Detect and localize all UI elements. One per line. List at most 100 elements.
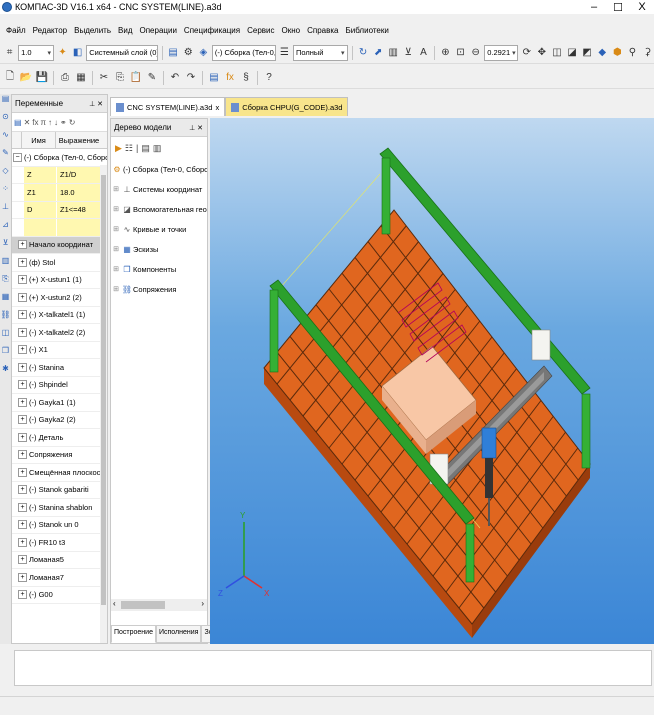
- measure-icon[interactable]: ⊿: [0, 220, 11, 238]
- scroll-right-icon[interactable]: ›: [201, 599, 204, 608]
- shaded-icon[interactable]: ◆: [596, 45, 609, 61]
- variable-name[interactable]: Z1: [24, 184, 56, 201]
- menu-select[interactable]: Выделить: [74, 26, 111, 35]
- filter-icon[interactable]: ⊻: [402, 45, 415, 61]
- step-select[interactable]: 1.0 ▾: [18, 44, 55, 61]
- libraries-icon[interactable]: §: [239, 70, 253, 86]
- menu-window[interactable]: Окно: [282, 26, 301, 35]
- tree-item[interactable]: ⊞ ▦ Эскизы: [111, 239, 207, 259]
- elements-icon[interactable]: ▦: [0, 292, 11, 310]
- list-item[interactable]: + Сопряжения: [12, 447, 107, 464]
- pan-icon[interactable]: ✥: [535, 45, 548, 61]
- tab-sborka-chpu[interactable]: Сборка CHPU(G_CODE).a3d: [225, 97, 349, 116]
- expand-icon[interactable]: ⊞: [111, 265, 121, 273]
- expand-icon[interactable]: ⊞: [111, 205, 121, 213]
- components-icon[interactable]: ❒: [0, 346, 11, 364]
- column-name[interactable]: Имя: [22, 132, 56, 148]
- collapse-icon[interactable]: −: [13, 152, 22, 162]
- variables-scrollbar[interactable]: [100, 165, 107, 643]
- mate-icon[interactable]: ⛓: [0, 310, 11, 328]
- expand-icon[interactable]: +: [18, 502, 27, 512]
- variable-expression[interactable]: [57, 219, 101, 236]
- properties-panel[interactable]: [14, 650, 652, 686]
- tab-construction[interactable]: Построение: [111, 625, 156, 643]
- expand-icon[interactable]: +: [18, 257, 27, 267]
- layer-icon[interactable]: ◧: [71, 45, 84, 61]
- expand-icon[interactable]: +: [18, 345, 27, 355]
- list-item[interactable]: + (-) X-talkatel1 (1): [12, 307, 107, 324]
- expand-icon[interactable]: ⊞: [111, 245, 121, 253]
- column-expression[interactable]: Выражение: [56, 132, 102, 148]
- expand-icon[interactable]: +: [18, 415, 27, 425]
- cut-icon[interactable]: ✂: [97, 70, 111, 86]
- expand-icon[interactable]: +: [18, 485, 27, 495]
- copy-icon[interactable]: ⎘: [113, 70, 127, 86]
- pin-icon[interactable]: ⊥ ✕: [89, 100, 103, 108]
- expand-icon[interactable]: +: [18, 450, 27, 460]
- expand-icon[interactable]: ⊞: [111, 285, 121, 293]
- list-item[interactable]: + (-) Деталь: [12, 429, 107, 447]
- open-icon[interactable]: 📂: [19, 70, 33, 86]
- list-item[interactable]: + (-) Gayka1 (1): [12, 394, 107, 412]
- expand-icon[interactable]: +: [18, 432, 27, 442]
- array-tool-icon[interactable]: ⁘: [0, 184, 11, 202]
- hidden-lines-icon[interactable]: ◪: [566, 45, 579, 61]
- zoom-window-icon[interactable]: ⊡: [454, 45, 467, 61]
- paste-icon[interactable]: 📋: [129, 70, 143, 86]
- spec-icon[interactable]: ▥: [0, 256, 11, 274]
- tree-item[interactable]: ⊞ ❒ Компоненты: [111, 259, 207, 279]
- component-icon[interactable]: ◈: [197, 45, 210, 61]
- format-icon[interactable]: π: [41, 118, 47, 127]
- refresh-icon[interactable]: ↻: [69, 118, 76, 127]
- zoom-in-icon[interactable]: ⊕: [439, 45, 452, 61]
- list-item[interactable]: + Ломаная7: [12, 569, 107, 587]
- tree-filter-icon[interactable]: ▶: [115, 143, 122, 154]
- display-mode-select[interactable]: Полный ▾: [292, 44, 348, 61]
- settings-icon[interactable]: ⚙: [182, 45, 195, 61]
- tree-item[interactable]: ⊞ ∿ Кривые и точки: [111, 219, 207, 239]
- expand-icon[interactable]: +: [18, 555, 27, 565]
- minimize-button[interactable]: –: [582, 0, 606, 14]
- list-item[interactable]: + (-) Stanina shablon: [12, 499, 107, 517]
- zoom-select[interactable]: 0.2921 ▾: [484, 44, 519, 61]
- menu-help[interactable]: Справка: [307, 26, 338, 35]
- list-icon[interactable]: ☰: [278, 45, 291, 61]
- expand-icon[interactable]: ⊞: [111, 185, 121, 193]
- link-icon[interactable]: ⚭: [60, 118, 67, 127]
- scroll-left-icon[interactable]: ‹: [113, 599, 116, 608]
- wireframe-icon[interactable]: ◫: [550, 45, 563, 61]
- expand-icon[interactable]: +: [18, 397, 27, 407]
- undo-icon[interactable]: ↶: [168, 70, 182, 86]
- list-item[interactable]: + (+) X-ustun2 (2): [12, 289, 107, 307]
- variable-name[interactable]: [24, 219, 56, 236]
- preview-icon[interactable]: ▦: [74, 70, 88, 86]
- list-item[interactable]: + (ф) Stol: [12, 254, 107, 272]
- variable-row[interactable]: D Z1<=48: [12, 201, 107, 219]
- expand-icon[interactable]: +: [18, 537, 27, 547]
- tree-props-icon[interactable]: ▤: [141, 143, 150, 154]
- expand-icon[interactable]: +: [18, 467, 27, 477]
- scroll-thumb[interactable]: [121, 601, 165, 609]
- function-icon[interactable]: fx: [32, 118, 38, 127]
- tab-executions[interactable]: Исполнения: [155, 625, 202, 643]
- tree-list-icon[interactable]: ▥: [153, 143, 162, 154]
- filter-tool-icon[interactable]: ⊻: [0, 238, 11, 256]
- properties-icon[interactable]: ▤: [167, 45, 180, 61]
- close-icon[interactable]: x: [215, 103, 219, 112]
- expand-icon[interactable]: +: [18, 380, 27, 390]
- halftone-icon[interactable]: ◩: [581, 45, 594, 61]
- maximize-button[interactable]: ☐: [606, 0, 630, 14]
- variable-row[interactable]: Z Z1/D: [12, 166, 107, 184]
- orientation-icon[interactable]: ⬈: [372, 45, 385, 61]
- variable-expression[interactable]: Z1<=48: [57, 201, 101, 218]
- expand-icon[interactable]: +: [18, 275, 27, 285]
- variable-expression[interactable]: Z1/D: [57, 166, 101, 183]
- tree-item[interactable]: ⊞ ⊥ Системы координат: [111, 179, 207, 199]
- model-tree-icon[interactable]: ▤: [207, 70, 221, 86]
- menu-file[interactable]: Файл: [6, 26, 26, 35]
- save-icon[interactable]: 💾: [35, 70, 49, 86]
- expand-icon[interactable]: ⊞: [111, 225, 121, 233]
- new-document-icon[interactable]: 🗋: [3, 70, 17, 86]
- tree-root[interactable]: ⚙ (-) Сборка (Тел-0, Сборочны: [111, 159, 207, 179]
- list-item[interactable]: + Смещённая плоскость1: [12, 464, 107, 482]
